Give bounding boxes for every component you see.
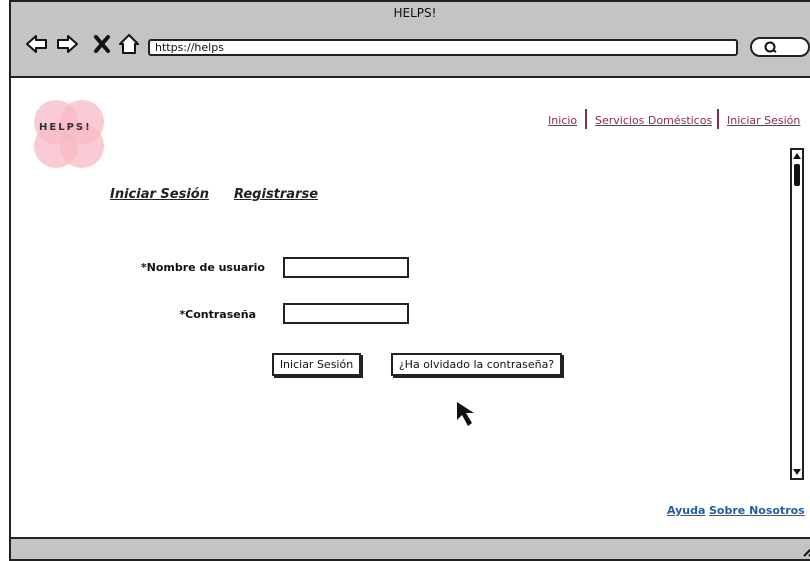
forward-arrow-icon[interactable] [55, 32, 79, 56]
nav-separator [717, 109, 719, 129]
nav-link-servicios[interactable]: Servicios Domésticos [595, 114, 712, 127]
vertical-scrollbar[interactable] [790, 148, 804, 480]
footer-link-sobre-nosotros[interactable]: Sobre Nosotros [709, 504, 805, 517]
password-label: *Contraseña [179, 308, 256, 321]
username-input[interactable] [283, 257, 409, 278]
scroll-up-icon[interactable] [792, 151, 802, 161]
browser-toolbar: HELPS! https://helps [11, 2, 810, 78]
address-bar[interactable]: https://helps [148, 39, 738, 56]
mouse-cursor-icon [457, 402, 474, 426]
search-icon [764, 41, 777, 53]
scroll-down-icon[interactable] [792, 467, 802, 477]
scroll-thumb[interactable] [794, 164, 800, 186]
close-icon[interactable] [93, 34, 111, 54]
nav-link-inicio[interactable]: Inicio [548, 114, 577, 127]
logo [34, 100, 104, 168]
resize-handle-icon[interactable] [801, 543, 810, 557]
status-bar [11, 537, 810, 559]
search-button[interactable] [750, 37, 810, 57]
window-title: HELPS! [393, 6, 437, 20]
browser-window: HELPS! https://helps [9, 0, 810, 561]
nav-link-iniciar-sesion[interactable]: Iniciar Sesión [727, 114, 800, 127]
tab-registrarse[interactable]: Registrarse [234, 187, 318, 202]
username-label: *Nombre de usuario [140, 261, 265, 274]
logo-text: HELPS! [39, 122, 92, 133]
back-arrow-icon[interactable] [25, 32, 49, 56]
tab-iniciar-sesion[interactable]: Iniciar Sesión [110, 187, 209, 202]
password-input[interactable] [283, 303, 409, 324]
footer-link-ayuda[interactable]: Ayuda [667, 504, 705, 517]
home-icon[interactable] [117, 32, 141, 56]
login-button[interactable]: Iniciar Sesión [272, 353, 361, 376]
forgot-password-button[interactable]: ¿Ha olvidado la contraseña? [391, 353, 562, 376]
nav-separator [585, 109, 587, 129]
